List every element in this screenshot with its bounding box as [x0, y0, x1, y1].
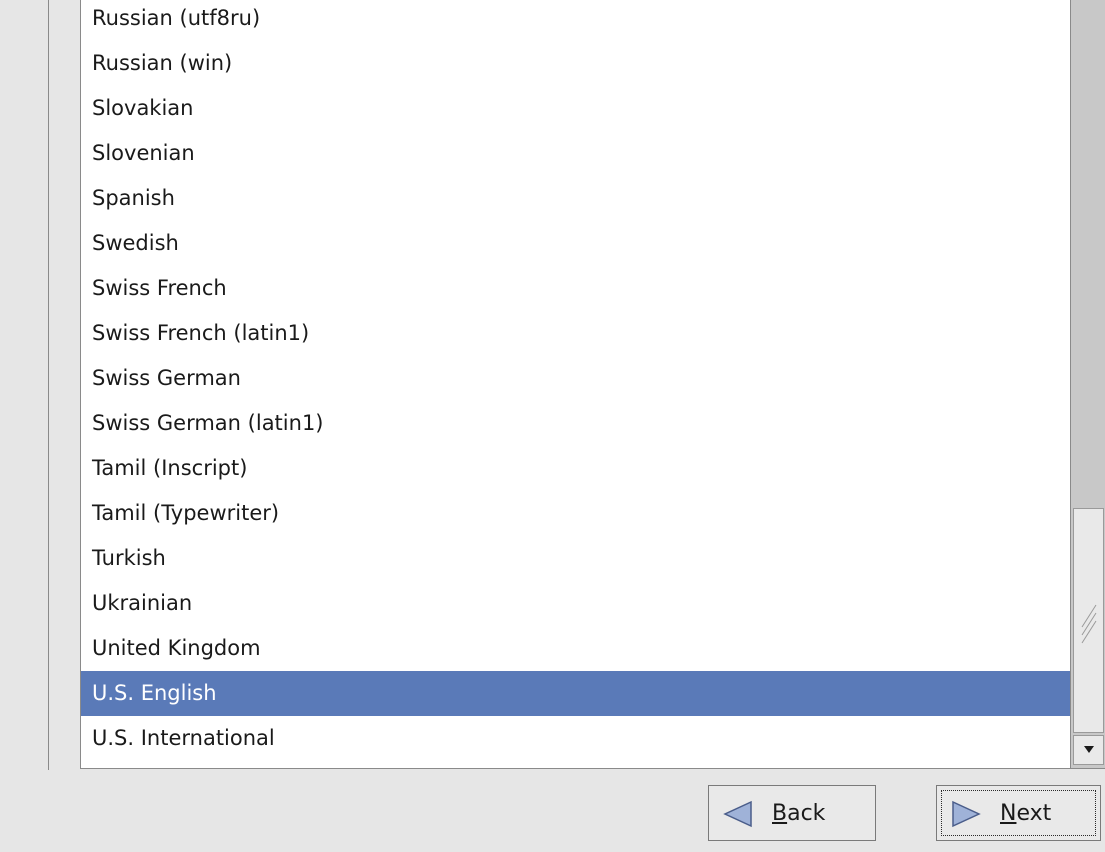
list-item[interactable]: Tamil (Inscript)	[81, 446, 1070, 491]
list-item[interactable]: Spanish	[81, 176, 1070, 221]
list-item[interactable]: Swiss German	[81, 356, 1070, 401]
next-button-label: Next	[1000, 801, 1052, 826]
list-item[interactable]: Swiss German (latin1)	[81, 401, 1070, 446]
list-item[interactable]: Slovakian	[81, 86, 1070, 131]
chevron-down-icon	[1084, 746, 1094, 753]
scrollbar-thumb[interactable]	[1073, 508, 1104, 733]
keyboard-layout-list[interactable]: Russian (utf8ru) Russian (win) Slovakian Sl…	[81, 0, 1070, 768]
left-panel-edge	[0, 0, 49, 770]
back-button-label: Back	[772, 801, 826, 826]
scroll-down-button[interactable]	[1073, 735, 1104, 765]
list-item[interactable]: Slovenian	[81, 131, 1070, 176]
list-item[interactable]: Swiss French (latin1)	[81, 311, 1070, 356]
list-item[interactable]: Swiss French	[81, 266, 1070, 311]
list-item[interactable]: Ukrainian	[81, 581, 1070, 626]
left-triangle-icon	[723, 800, 752, 828]
list-item[interactable]: Tamil (Typewriter)	[81, 491, 1070, 536]
list-item[interactable]: Turkish	[81, 536, 1070, 581]
vertical-scrollbar[interactable]	[1070, 0, 1105, 768]
grip-icon	[1081, 604, 1097, 644]
list-item[interactable]: Swedish	[81, 221, 1070, 266]
list-item[interactable]: United Kingdom	[81, 626, 1070, 671]
keyboard-layout-list-frame: Russian (utf8ru) Russian (win) Slovakian Sl…	[80, 0, 1105, 769]
list-item[interactable]: Russian (win)	[81, 41, 1070, 86]
next-button[interactable]: Next	[936, 785, 1101, 841]
list-item[interactable]: Russian (utf8ru)	[81, 0, 1070, 41]
list-item[interactable]: U.S. English	[81, 671, 1070, 716]
back-button[interactable]: Back	[708, 785, 876, 841]
list-item[interactable]: U.S. International	[81, 716, 1070, 761]
right-triangle-icon	[952, 800, 981, 828]
